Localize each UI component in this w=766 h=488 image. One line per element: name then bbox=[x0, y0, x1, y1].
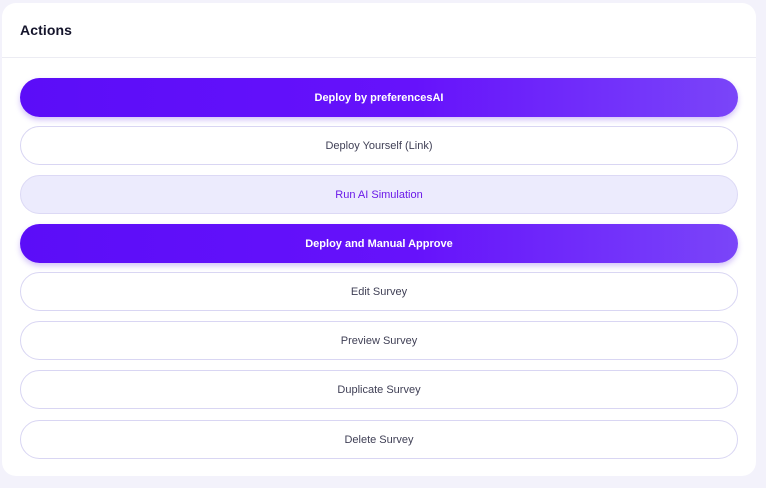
actions-panel-header: Actions bbox=[2, 3, 756, 58]
deploy-and-manual-approve-button[interactable]: Deploy and Manual Approve bbox=[20, 224, 738, 263]
run-ai-simulation-button[interactable]: Run AI Simulation bbox=[20, 175, 738, 214]
actions-panel: Actions Deploy by preferencesAI Deploy Y… bbox=[2, 3, 756, 476]
deploy-by-preferencesai-button[interactable]: Deploy by preferencesAI bbox=[20, 78, 738, 117]
actions-panel-title: Actions bbox=[20, 22, 73, 38]
preview-survey-button[interactable]: Preview Survey bbox=[20, 321, 738, 360]
deploy-yourself-link-button[interactable]: Deploy Yourself (Link) bbox=[20, 126, 738, 165]
delete-survey-button[interactable]: Delete Survey bbox=[20, 420, 738, 459]
duplicate-survey-button[interactable]: Duplicate Survey bbox=[20, 370, 738, 409]
edit-survey-button[interactable]: Edit Survey bbox=[20, 272, 738, 311]
